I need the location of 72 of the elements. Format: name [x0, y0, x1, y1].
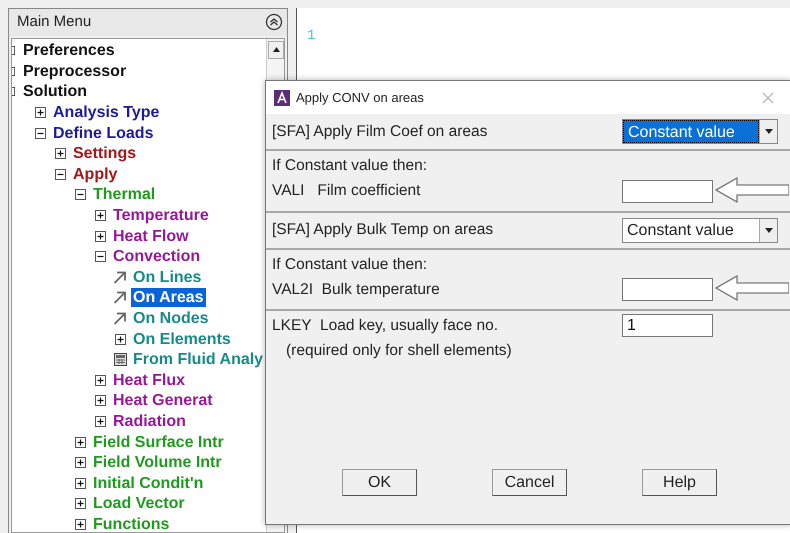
expand-icon[interactable] [74, 436, 86, 448]
tree-item[interactable]: Preprocessor [21, 62, 128, 81]
tree-item[interactable]: Field Surface Intr [91, 432, 226, 452]
arrow-icon [113, 291, 127, 304]
field-caption: If Constant value then: [272, 254, 428, 274]
collapse-icon[interactable] [54, 168, 66, 180]
expand-icon[interactable] [74, 498, 86, 510]
field-label: LKEY Load key, usually face no. [272, 316, 500, 336]
tree-item[interactable]: Preferences [21, 41, 117, 60]
tree-item[interactable]: Define Loads [51, 124, 156, 143]
tree-item[interactable]: Thermal [91, 185, 158, 204]
panel-title: Main Menu [17, 12, 92, 32]
app-icon [274, 90, 290, 106]
tree-item[interactable]: On Elements [131, 330, 233, 349]
expand-icon[interactable] [94, 374, 106, 386]
tree-item[interactable]: Load Vector [91, 494, 187, 514]
tree-item[interactable]: Analysis Type [51, 103, 162, 122]
clipped-icon [12, 87, 15, 96]
dropdown[interactable]: Constant value [622, 119, 778, 144]
dialog-button[interactable]: OK [342, 469, 417, 496]
expand-icon[interactable] [94, 210, 106, 222]
tree-item[interactable]: On Nodes [131, 309, 211, 328]
collapse-icon[interactable] [94, 251, 106, 262]
dropdown-arrow-icon [764, 129, 772, 134]
tree-item[interactable]: Heat Generat [111, 391, 215, 410]
arrow-icon [113, 270, 127, 284]
tree-item[interactable]: From Fluid Analy [131, 350, 266, 370]
field-label: VAL2I Bulk temperature [272, 280, 440, 300]
clipped-icon [12, 46, 15, 56]
field-label: [SFA] Apply Bulk Temp on areas [272, 220, 494, 240]
arrow-icon [113, 312, 127, 326]
tree-item[interactable]: Initial Condit'n [91, 474, 206, 493]
tree-item[interactable]: On Areas [131, 288, 206, 308]
dialog-button[interactable]: Cancel [492, 469, 567, 496]
tree-item[interactable]: Heat Flux [111, 370, 188, 390]
tree-item[interactable]: Apply [71, 164, 120, 184]
tree-item[interactable]: Functions [91, 514, 172, 532]
collapse-icon[interactable] [74, 189, 86, 200]
line-number: 1 [307, 28, 316, 44]
expand-icon[interactable] [54, 148, 66, 160]
clipped-icon [12, 66, 15, 76]
dialog-title: Apply CONV on areas [296, 88, 424, 107]
tree-item[interactable]: Radiation [111, 412, 188, 431]
scroll-up-icon[interactable] [272, 47, 280, 52]
field-caption: If Constant value then: [272, 156, 428, 176]
tree-item[interactable]: Solution [21, 82, 89, 102]
table-icon [114, 353, 126, 366]
dropdown[interactable]: Constant value [622, 218, 778, 242]
field-label: [SFA] Apply Film Coef on areas [272, 122, 488, 142]
tree-item[interactable]: Field Volume Intr [91, 453, 224, 472]
expand-icon[interactable] [114, 334, 126, 345]
expand-icon[interactable] [94, 416, 106, 427]
expand-icon[interactable] [94, 395, 106, 406]
tree-item[interactable]: Temperature [111, 206, 211, 226]
expand-icon[interactable] [34, 107, 46, 118]
tree-item[interactable]: Heat Flow [111, 226, 191, 246]
expand-icon[interactable] [94, 230, 106, 242]
field-label: VALI Film coefficient [272, 181, 422, 202]
collapse-icon[interactable] [34, 128, 46, 139]
dialog-button[interactable]: Help [642, 469, 717, 496]
collapse-icon[interactable] [265, 13, 283, 32]
input-field[interactable] [622, 278, 713, 301]
input-field[interactable]: 1 [622, 314, 713, 337]
tree-item[interactable]: On Lines [131, 268, 204, 287]
dropdown-arrow-icon [764, 228, 772, 232]
field-note: (required only for shell elements) [285, 341, 512, 362]
expand-icon[interactable] [74, 478, 86, 489]
tree-item[interactable]: Settings [71, 144, 138, 164]
expand-icon[interactable] [74, 518, 86, 530]
input-field[interactable] [622, 180, 713, 202]
tree-item[interactable]: Convection [111, 247, 202, 266]
expand-icon[interactable] [74, 457, 86, 468]
